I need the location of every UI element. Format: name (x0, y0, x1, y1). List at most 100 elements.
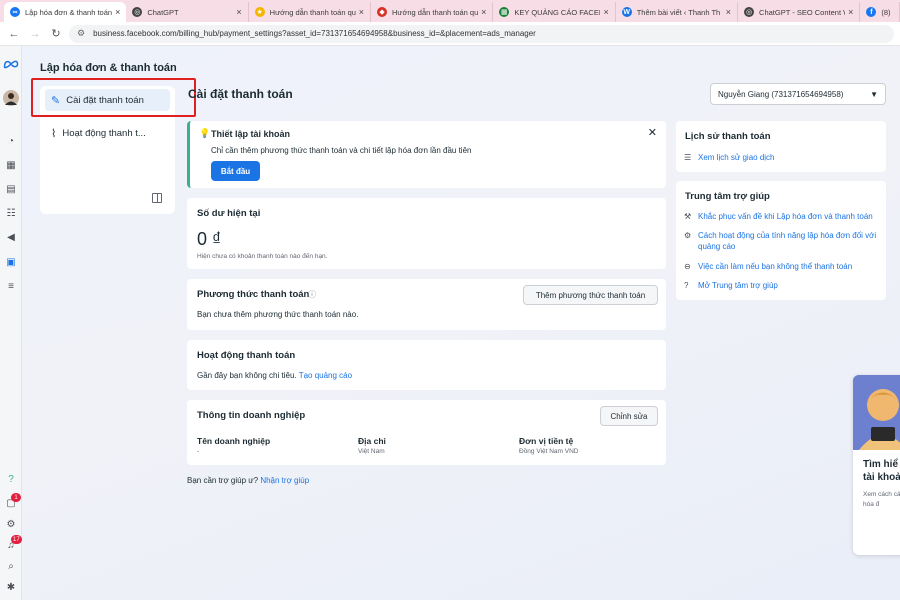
megaphone-icon[interactable]: ◀ (3, 229, 19, 245)
close-tab-icon[interactable]: × (603, 7, 608, 17)
browser-tab[interactable]: ◎ ChatGPT - SEO Content W × (738, 2, 861, 22)
browser-tab-strip: ∞ Lập hóa đơn & thanh toán × ◎ ChatGPT × ★ Hướn… (0, 0, 900, 22)
highlight-annotation (31, 78, 196, 117)
create-ad-link[interactable]: Tạo quảng cáo (299, 371, 352, 380)
help-center-title: Trung tâm trợ giúp (685, 191, 770, 202)
table-icon[interactable]: ▦ (3, 157, 19, 173)
payment-activity-card: Hoạt động thanh toán Gần đây bạn không c… (187, 340, 666, 390)
help-link-open-help-center[interactable]: ? Mở Trung tâm trợ giúp (684, 280, 879, 291)
promo-text: Xem cách cáo, hóa đ (863, 491, 900, 508)
payment-method-title: Phương thức thanh toán (197, 289, 310, 300)
help-link-label: Cách hoạt động của tính năng lập hóa đơn… (698, 231, 877, 251)
billing-page: ◔ ▦ ▤ ☷ ◀ ▣ ≡ ? ▢ 1 ⚙ ♫ 17 ⌕ ✱ Lập hóa đ… (0, 46, 900, 600)
chatgpt-icon: ◎ (744, 7, 755, 17)
browser-tab[interactable]: ▦ KEY QUẢNG CÁO FACEBO × (493, 2, 616, 22)
lightbulb-icon: 💡 (199, 128, 211, 138)
browser-tab-label: Hướng dẫn thanh toán qu (269, 7, 356, 17)
gears-icon: ⚙ (684, 231, 692, 240)
bug-icon[interactable]: ✱ (3, 579, 19, 595)
alerts-badge: 17 (11, 535, 22, 544)
balance-amount: 0 ₫ (197, 229, 222, 249)
business-info-title: Thông tin doanh nghiệp (197, 410, 306, 421)
meta-logo-icon[interactable] (3, 56, 19, 72)
settings-icon[interactable]: ⚙ (3, 516, 19, 532)
billing-icon[interactable]: ▣ (3, 254, 19, 270)
get-help-link[interactable]: Nhận trợ giúp (260, 476, 309, 485)
info-icon[interactable]: ⓘ (308, 289, 316, 300)
help-center-card: Trung tâm trợ giúp ⚒ Khắc phục vấn đề kh… (676, 181, 886, 300)
notifications-badge: 1 (11, 493, 21, 502)
site-info-icon[interactable]: ⚙ (77, 28, 85, 39)
chevron-down-icon: ▼ (870, 89, 878, 99)
browser-tab[interactable]: ◆ Hướng dẫn thanh toán qu × (371, 2, 494, 22)
browser-tab-label: Lập hóa đơn & thanh toán (25, 7, 113, 17)
nav-item-payment-activity[interactable]: ⌇ Hoạt động thanh t... (45, 122, 170, 144)
browser-tab-label: Hướng dẫn thanh toán qu (392, 7, 479, 17)
help-link-troubleshoot[interactable]: ⚒ Khắc phục vấn đề khi Lập hóa đơn và th… (684, 211, 879, 222)
setup-card: 💡 Thiết lập tài khoản ✕ Chỉ cần thêm phư… (187, 121, 666, 188)
facebook-icon: f (866, 7, 877, 17)
help-footer-text: Bạn cần trợ giúp ư? (187, 476, 259, 485)
browser-tab-label: ChatGPT (147, 7, 179, 17)
account-select[interactable]: Nguyễn Giang (731371654694958) ▼ (710, 83, 886, 105)
reload-icon[interactable]: ↻ (48, 26, 64, 42)
add-payment-method-button[interactable]: Thêm phương thức thanh toán (523, 285, 658, 305)
close-tab-icon[interactable]: × (726, 7, 731, 17)
close-tab-icon[interactable]: × (359, 7, 364, 17)
help-link-label: Khắc phục vấn đề khi Lập hóa đơn và than… (698, 212, 873, 221)
help-link-how-billing-works[interactable]: ⚙ Cách hoạt động của tính năng lập hóa đ… (684, 230, 879, 252)
help-link-cannot-pay[interactable]: ⊖ Việc cần làm nếu bạn không thể thanh t… (684, 261, 879, 272)
business-name-label: Tên doanh nghiệp (197, 436, 271, 446)
promo-card[interactable]: Tìm hiể tài khoả Xem cách cáo, hóa đ (853, 375, 900, 555)
browser-address-bar: ← → ↻ ⚙ business.facebook.com/billing_hu… (0, 22, 900, 46)
avatar[interactable] (3, 90, 19, 106)
promo-title: Tìm hiể tài khoả (863, 459, 900, 483)
meta-icon: ∞ (10, 7, 20, 17)
view-transactions-link[interactable]: ☰ Xem lịch sử giao dịch (684, 152, 879, 163)
red-diamond-icon: ◆ (377, 7, 388, 17)
account-select-value: Nguyễn Giang (731371654694958) (718, 89, 844, 99)
browser-tab-label: KEY QUẢNG CÁO FACEBO (514, 7, 601, 17)
back-icon[interactable]: ← (6, 26, 22, 42)
payment-method-text: Bạn chưa thêm phương thức thanh toán nào… (197, 310, 359, 319)
edit-button[interactable]: Chỉnh sửa (600, 406, 658, 426)
activity-icon: ⌇ (51, 127, 57, 140)
start-button[interactable]: Bắt đầu (211, 161, 260, 181)
search-icon[interactable]: ⌕ (3, 558, 19, 574)
view-transactions-label: Xem lịch sử giao dịch (698, 153, 775, 162)
close-icon[interactable]: ✕ (648, 126, 657, 139)
forward-icon[interactable]: → (27, 26, 43, 42)
wrench-icon: ⚒ (684, 212, 692, 221)
balance-card: Số dư hiện tại 0 ₫ Hiện chưa có khoản th… (187, 198, 666, 269)
people-icon[interactable]: ☷ (3, 205, 19, 221)
menu-icon[interactable]: ≡ (3, 278, 19, 294)
browser-tab[interactable]: W Thêm bài viết ‹ Thanh Th × (616, 2, 739, 22)
help-icon[interactable]: ? (3, 471, 19, 487)
close-tab-icon[interactable]: × (848, 7, 853, 17)
payment-history-card: Lịch sử thanh toán ☰ Xem lịch sử giao dị… (676, 121, 886, 172)
setup-text: Chỉ cần thêm phương thức thanh toán và c… (211, 146, 472, 155)
browser-tab[interactable]: ★ Hướng dẫn thanh toán qu × (249, 2, 372, 22)
business-info-card: Thông tin doanh nghiệp Chỉnh sửa Tên doa… (187, 400, 666, 465)
pages-icon[interactable]: ▤ (3, 181, 19, 197)
collapse-sidebar-icon[interactable] (152, 193, 162, 203)
browser-tab[interactable]: ∞ Lập hóa đơn & thanh toán × (4, 2, 127, 22)
close-tab-icon[interactable]: × (481, 7, 486, 17)
left-rail: ◔ ▦ ▤ ☷ ◀ ▣ ≡ ? ▢ 1 ⚙ ♫ 17 ⌕ ✱ (0, 46, 22, 600)
help-link-label: Việc cần làm nếu bạn không thể thanh toá… (698, 262, 853, 271)
activity-text: Gần đây bạn không chi tiêu. (197, 371, 297, 380)
url-field[interactable]: ⚙ business.facebook.com/billing_hub/paym… (69, 24, 894, 43)
browser-tab[interactable]: ◎ ChatGPT × (126, 2, 249, 22)
browser-tab[interactable]: f (8) Fac (860, 2, 900, 22)
close-tab-icon[interactable]: × (236, 7, 241, 17)
close-tab-icon[interactable]: × (115, 7, 120, 17)
balance-note: Hiện chưa có khoản thanh toán nào đến hạ… (197, 253, 328, 260)
browser-tab-label: Thêm bài viết ‹ Thanh Th (636, 7, 721, 17)
balance-title: Số dư hiện tại (197, 208, 261, 219)
dashboard-icon[interactable]: ◔ (3, 133, 19, 149)
question-circle-icon: ? (684, 281, 689, 290)
address-label: Địa chỉ (358, 436, 386, 446)
nav-item-label: Hoạt động thanh t... (62, 127, 146, 139)
yellow-doc-icon: ★ (254, 7, 265, 17)
history-title: Lịch sử thanh toán (685, 131, 771, 142)
